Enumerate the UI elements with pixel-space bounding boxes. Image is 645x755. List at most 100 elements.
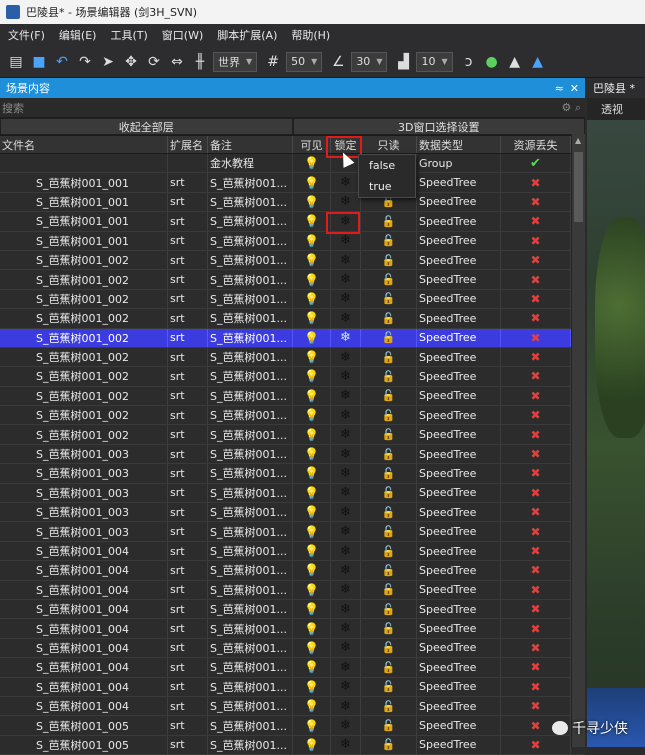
table-row[interactable]: S_芭蕉树001_002 srt S_芭蕉树001... 💡 ❄ 🔓 SpeedTree ✖	[0, 270, 585, 290]
unlock-icon[interactable]: 🔓	[382, 719, 396, 732]
bulb-icon[interactable]: 💡	[304, 466, 319, 480]
table-row[interactable]: S_芭蕉树001_005 srt S_芭蕉树001... 💡 ❄ 🔓 SpeedTree ✖	[0, 716, 585, 736]
cell-readonly[interactable]: 🔓	[361, 541, 417, 561]
bulb-icon[interactable]: 💡	[304, 660, 319, 674]
save-icon[interactable]: ■	[29, 52, 49, 72]
unlock-icon[interactable]: 🔓	[382, 467, 396, 480]
cell-locked[interactable]: ❄	[331, 289, 361, 309]
snowflake-icon[interactable]: ❄	[340, 311, 351, 326]
bulb-icon[interactable]: 💡	[304, 408, 319, 422]
bulb-icon[interactable]: 💡	[304, 525, 319, 539]
snowflake-icon[interactable]: ❄	[340, 602, 351, 617]
table-row[interactable]: S_芭蕉树001_001srtS_芭蕉树001...💡❄🔓SpeedTree✖	[0, 231, 585, 251]
cell-locked[interactable]: ❄	[331, 444, 361, 464]
cell-readonly[interactable]: 🔓	[361, 212, 417, 231]
search-bar[interactable]: 搜索 ⚙ ⌕	[0, 98, 585, 118]
table-row[interactable]: S_芭蕉树001_001srtS_芭蕉树001...💡❄🔓SpeedTree✖	[0, 192, 585, 213]
snowflake-icon[interactable]: ❄	[340, 466, 351, 481]
snowflake-icon[interactable]: ❄	[340, 233, 351, 248]
cell-locked[interactable]: ❄	[331, 696, 361, 716]
snowflake-icon[interactable]: ❄	[340, 388, 351, 403]
snowflake-icon[interactable]: ❄	[340, 369, 351, 384]
unlock-icon[interactable]: 🔓	[382, 409, 396, 422]
search-settings-icon[interactable]: ⚙ ⌕	[561, 101, 581, 115]
scroll-up-icon[interactable]: ▲	[575, 136, 581, 145]
cell-readonly[interactable]: 🔓	[361, 444, 417, 464]
bulb-icon[interactable]: 💡	[304, 680, 319, 694]
unlock-icon[interactable]: 🔓	[382, 389, 396, 402]
bulb-icon[interactable]: 💡	[304, 253, 319, 267]
cell-locked[interactable]: ❄	[331, 483, 361, 503]
cell-locked[interactable]: ❄	[331, 309, 361, 328]
cell-visible[interactable]: 💡	[293, 425, 331, 444]
popup-option-true[interactable]: true	[359, 176, 415, 197]
menu-help[interactable]: 帮助(H)	[291, 27, 330, 43]
bulb-icon[interactable]: 💡	[304, 292, 319, 306]
cell-readonly[interactable]: 🔓	[361, 347, 417, 367]
col-header-filename[interactable]: 文件名	[0, 136, 168, 153]
view-mode-dropdown[interactable]: 透视	[587, 98, 645, 120]
search-input[interactable]: 搜索	[2, 100, 24, 116]
col-header-ext[interactable]: 扩展名	[168, 136, 208, 153]
unlock-icon[interactable]: 🔓	[382, 680, 396, 693]
cell-visible[interactable]: 💡	[293, 250, 331, 270]
cell-visible[interactable]: 💡	[293, 270, 331, 289]
snowflake-icon[interactable]: ❄	[340, 699, 351, 714]
cell-locked[interactable]: ❄	[331, 425, 361, 444]
pin-icon[interactable]: ≈	[555, 82, 564, 95]
cell-readonly[interactable]: 🔓	[361, 580, 417, 599]
unlock-icon[interactable]: 🔓	[382, 428, 396, 441]
cell-locked[interactable]: ❄	[331, 716, 361, 735]
unlock-icon[interactable]: 🔓	[382, 603, 396, 616]
cell-visible[interactable]: 💡	[293, 289, 331, 309]
col-header-note[interactable]: 备注	[208, 136, 293, 153]
bulb-icon[interactable]: 💡	[304, 156, 319, 170]
scrollbar-thumb[interactable]	[574, 152, 583, 222]
bulb-icon[interactable]: 💡	[304, 719, 319, 733]
table-row[interactable]: S_芭蕉树001_004 srt S_芭蕉树001... 💡 ❄ 🔓 SpeedTree ✖	[0, 696, 585, 717]
move-icon[interactable]: ✥	[121, 52, 141, 72]
unlock-icon[interactable]: 🔓	[382, 312, 396, 325]
cell-visible[interactable]: 💡	[293, 386, 331, 406]
snowflake-icon[interactable]: ❄	[340, 194, 351, 209]
cell-visible[interactable]: 💡	[293, 483, 331, 503]
unlock-icon[interactable]: 🔓	[382, 448, 396, 461]
menu-edit[interactable]: 编辑(E)	[59, 27, 97, 43]
cell-readonly[interactable]: 🔓	[361, 503, 417, 522]
bulb-icon[interactable]: 💡	[304, 311, 319, 325]
cell-locked[interactable]: ❄	[331, 328, 361, 347]
snowflake-icon[interactable]: ❄	[340, 718, 351, 733]
cell-readonly[interactable]: 🔓	[361, 619, 417, 638]
magnet-icon[interactable]: ↄ	[459, 52, 479, 72]
cell-locked[interactable]: ❄	[331, 503, 361, 522]
rotate-icon[interactable]: ⟳	[144, 52, 164, 72]
cell-locked[interactable]: ❄	[331, 464, 361, 483]
unlock-icon[interactable]: 🔓	[382, 641, 396, 654]
snowflake-icon[interactable]: ❄	[340, 621, 351, 636]
cell-locked[interactable]: ❄	[331, 658, 361, 677]
bulb-icon[interactable]: 💡	[304, 273, 319, 287]
table-row[interactable]: S_芭蕉树001_004 srt S_芭蕉树001... 💡 ❄ 🔓 SpeedTree ✖	[0, 541, 585, 562]
cell-locked[interactable]: ❄	[331, 638, 361, 658]
cell-visible[interactable]: 💡	[293, 173, 331, 192]
cell-visible[interactable]: 💡	[293, 444, 331, 464]
snowflake-icon[interactable]: ❄	[340, 505, 351, 520]
cell-visible[interactable]: 💡	[293, 231, 331, 250]
table-row[interactable]: S_芭蕉树001_002 srt S_芭蕉树001... 💡 ❄ 🔓 SpeedTree ✖	[0, 328, 585, 348]
cell-locked[interactable]: ❄	[331, 231, 361, 250]
table-row[interactable]: S_芭蕉树001_003 srt S_芭蕉树001... 💡 ❄ 🔓 SpeedTree ✖	[0, 483, 585, 504]
cell-readonly[interactable]: 🔓	[361, 561, 417, 580]
menu-tools[interactable]: 工具(T)	[110, 27, 147, 43]
bulb-icon[interactable]: 💡	[304, 176, 319, 190]
cell-locked[interactable]: ❄	[331, 541, 361, 561]
table-row[interactable]: S_芭蕉树001_004 srt S_芭蕉树001... 💡 ❄ 🔓 SpeedTree ✖	[0, 580, 585, 600]
bulb-icon[interactable]: 💡	[304, 350, 319, 364]
cell-locked[interactable]: ❄	[331, 347, 361, 367]
cell-visible[interactable]: 💡	[293, 638, 331, 658]
snap-icon[interactable]: ╫	[190, 52, 210, 72]
unlock-icon[interactable]: 🔓	[382, 545, 396, 558]
popup-option-false[interactable]: false	[359, 155, 415, 176]
bulb-icon[interactable]: 💡	[304, 544, 319, 558]
cell-visible[interactable]: 💡	[293, 328, 331, 347]
table-row[interactable]: S_芭蕉树001_002 srt S_芭蕉树001... 💡 ❄ 🔓 SpeedTree ✖	[0, 425, 585, 445]
